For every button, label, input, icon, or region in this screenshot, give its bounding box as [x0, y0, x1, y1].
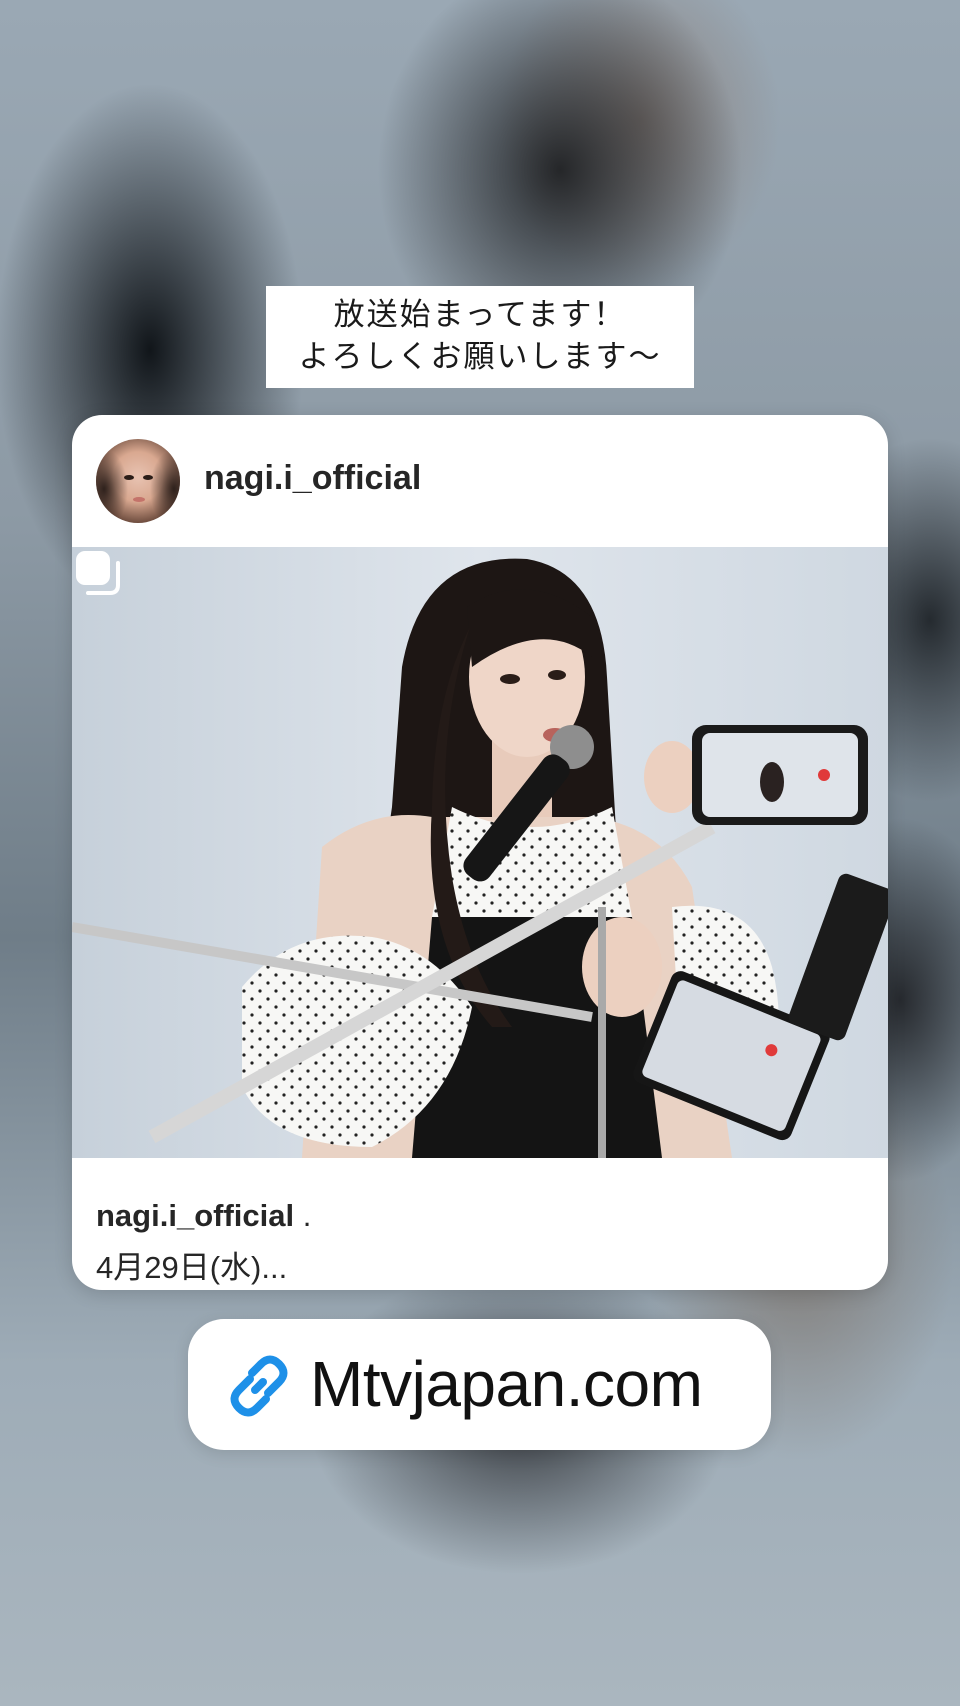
- post-photo[interactable]: [72, 547, 888, 1158]
- link-icon: [230, 1355, 288, 1417]
- carousel-icon: [76, 551, 120, 595]
- post-photo-illustration: [72, 547, 888, 1158]
- post-header[interactable]: nagi.i_official: [72, 415, 888, 547]
- story-caption: 放送始まってます！ よろしくお願いします〜: [266, 286, 694, 388]
- shared-post-card[interactable]: nagi.i_official nagi.i_official . 4月29日(…: [72, 415, 888, 1290]
- link-sticker[interactable]: Mtvjapan.com: [188, 1319, 771, 1450]
- post-caption-separator: .: [302, 1198, 312, 1233]
- avatar[interactable]: [96, 439, 180, 523]
- story-screen: 放送始まってます！ よろしくお願いします〜 nagi.i_official na…: [0, 0, 960, 1706]
- caption-line-2: よろしくお願いします〜: [298, 339, 662, 375]
- post-caption-user: nagi.i_official .: [96, 1198, 311, 1234]
- caption-line-1: 放送始まってます！: [333, 297, 627, 333]
- post-caption-username: nagi.i_official: [96, 1198, 295, 1233]
- post-footer[interactable]: nagi.i_official . 4月29日(水)...: [72, 1158, 888, 1290]
- post-caption-text: 4月29日(水)...: [96, 1250, 288, 1285]
- post-username[interactable]: nagi.i_official: [204, 459, 421, 498]
- link-label[interactable]: Mtvjapan.com: [310, 1347, 703, 1421]
